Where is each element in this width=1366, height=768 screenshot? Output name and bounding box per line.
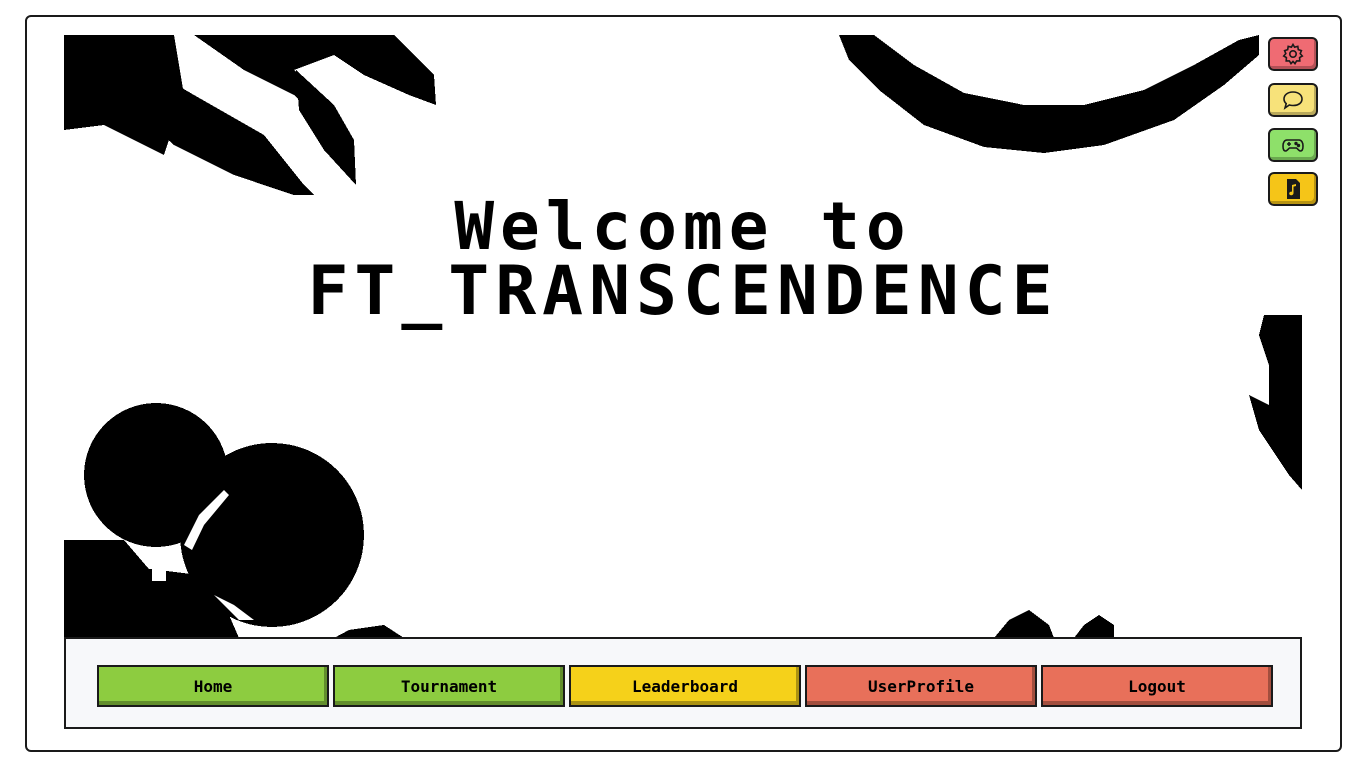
- bottom-navigation: Home Tournament Leaderboard UserProfile …: [64, 637, 1302, 729]
- leaderboard-button[interactable]: Leaderboard: [569, 665, 801, 707]
- logout-button[interactable]: Logout: [1041, 665, 1273, 707]
- chat-button[interactable]: [1268, 83, 1318, 117]
- welcome-heading-line2: FT_TRANSCENDENCE: [307, 252, 1059, 331]
- settings-button[interactable]: [1268, 37, 1318, 71]
- userprofile-button[interactable]: UserProfile: [805, 665, 1037, 707]
- decorative-background: [64, 35, 1302, 638]
- game-button[interactable]: [1268, 128, 1318, 162]
- chat-bubble-icon: [1283, 91, 1303, 110]
- tournament-button[interactable]: Tournament: [333, 665, 565, 707]
- music-button[interactable]: [1268, 172, 1318, 206]
- gear-icon: [1282, 42, 1304, 65]
- home-button[interactable]: Home: [97, 665, 329, 707]
- music-file-icon: [1287, 179, 1300, 199]
- gamepad-icon: [1282, 139, 1304, 152]
- leaf-pattern: [64, 35, 1302, 638]
